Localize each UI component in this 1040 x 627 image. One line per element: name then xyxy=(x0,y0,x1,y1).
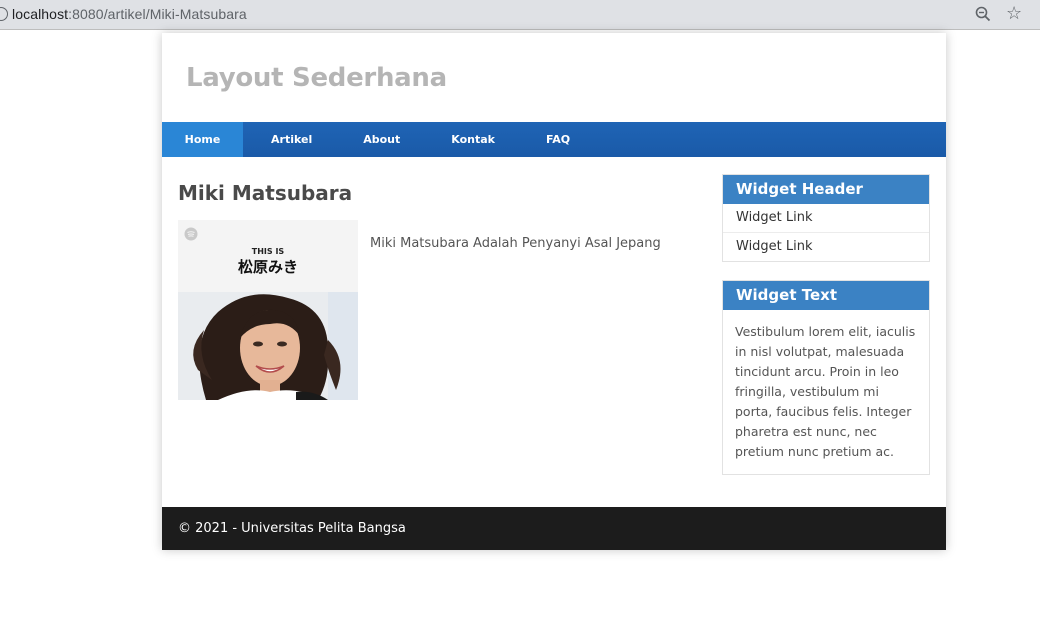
bookmark-star-icon[interactable]: ☆ xyxy=(1006,4,1022,22)
footer-copyright: © 2021 - Universitas Pelita Bangsa xyxy=(178,521,406,536)
widget-text-title: Widget Text xyxy=(723,281,929,310)
widget-link[interactable]: Widget Link xyxy=(723,233,929,261)
nav-item-faq[interactable]: FAQ xyxy=(546,122,570,157)
widget-header-title: Widget Header xyxy=(723,175,929,204)
url-path: :8080/artikel/Miki-Matsubara xyxy=(68,6,247,22)
site-footer: © 2021 - Universitas Pelita Bangsa xyxy=(162,507,946,550)
widget-text: Widget Text Vestibulum lorem elit, iacul… xyxy=(722,280,930,475)
nav-item-kontak[interactable]: Kontak xyxy=(451,122,495,157)
cover-caption-name: 松原みき xyxy=(238,258,298,276)
main-nav: Home Artikel About Kontak FAQ xyxy=(162,122,946,157)
widget-text-body: Vestibulum lorem elit, iaculis in nisl v… xyxy=(735,324,916,459)
site-info-icon[interactable] xyxy=(0,7,8,21)
nav-item-about[interactable]: About xyxy=(363,122,400,157)
album-cover-illustration: THIS IS 松原みき xyxy=(178,220,358,400)
browser-address-bar: localhost:8080/artikel/Miki-Matsubara ☆ xyxy=(0,0,1040,30)
page-container: Layout Sederhana Home Artikel About Kont… xyxy=(162,33,946,550)
url-field[interactable]: localhost:8080/artikel/Miki-Matsubara xyxy=(12,6,247,22)
zoom-icon[interactable] xyxy=(975,6,991,22)
site-title: Layout Sederhana xyxy=(186,63,447,93)
nav-item-home[interactable]: Home xyxy=(162,122,243,157)
nav-item-artikel[interactable]: Artikel xyxy=(271,122,312,157)
url-host: localhost xyxy=(12,6,69,22)
cover-caption-top: THIS IS xyxy=(252,247,285,256)
widget-links: Widget Header Widget Link Widget Link xyxy=(722,174,930,262)
article-title: Miki Matsubara xyxy=(178,181,353,205)
article-image: THIS IS 松原みき xyxy=(178,220,358,400)
article-body: Miki Matsubara Adalah Penyanyi Asal Jepa… xyxy=(370,236,661,251)
widget-link[interactable]: Widget Link xyxy=(723,204,929,233)
site-header: Layout Sederhana xyxy=(162,33,946,122)
